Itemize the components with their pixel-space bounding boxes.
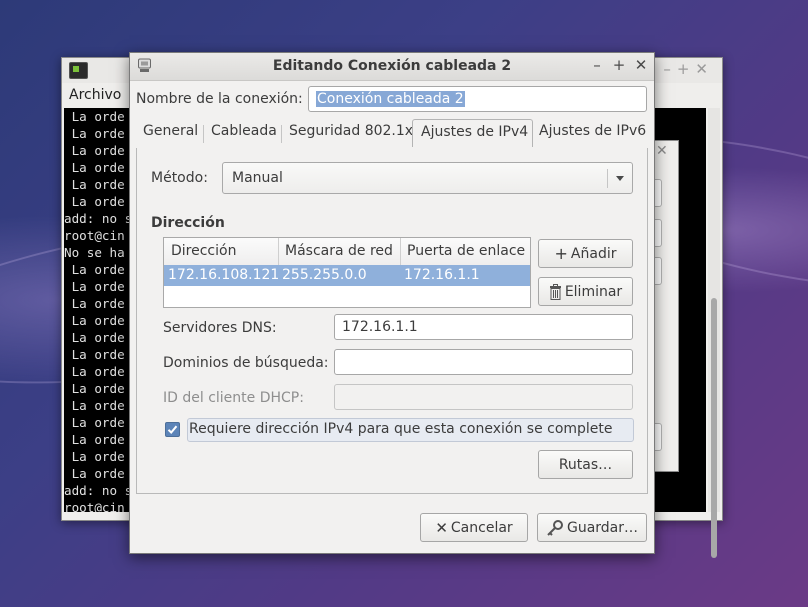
close-icon: ✕ xyxy=(435,518,448,537)
dialog-titlebar[interactable]: Editando Conexión cableada 2 – + ✕ xyxy=(130,53,654,81)
trash-icon xyxy=(549,283,562,300)
chevron-down-icon xyxy=(616,176,624,181)
terminal-line: La orde xyxy=(64,177,125,192)
cancel-button[interactable]: ✕ Cancelar xyxy=(420,513,528,542)
background-dialog: ✕ xyxy=(652,140,679,472)
method-select[interactable]: Manual xyxy=(222,162,633,194)
search-domains-label: Dominios de búsqueda: xyxy=(163,355,329,371)
dns-input[interactable]: 172.16.1.1 xyxy=(334,314,633,340)
tab-separator xyxy=(281,125,282,143)
terminal-line: La orde xyxy=(64,347,125,362)
terminal-line: La orde xyxy=(64,143,125,158)
terminal-scrollbar-thumb[interactable] xyxy=(711,298,717,558)
terminal-line: La orde xyxy=(64,279,125,294)
connection-name-input[interactable]: Conexión cableada 2 xyxy=(308,86,647,112)
edit-connection-dialog[interactable]: Editando Conexión cableada 2 – + ✕ Nombr… xyxy=(129,52,655,554)
terminal-line: La orde xyxy=(64,126,125,141)
tab-seguridad[interactable]: Seguridad 802.1x xyxy=(289,123,413,139)
address-table[interactable]: Dirección Máscara de red Puerta de enlac… xyxy=(163,237,531,308)
cell-netmask[interactable]: 255.255.0.0 xyxy=(282,267,367,283)
tab-cableada[interactable]: Cableada xyxy=(211,123,277,139)
require-ipv4-checkbox[interactable] xyxy=(165,422,180,437)
terminal-line: No se ha xyxy=(64,245,125,260)
terminal-line: add: no s xyxy=(64,483,133,498)
save-label: Guardar… xyxy=(566,519,639,536)
table-row[interactable]: 172.16.108.121 255.255.0.0 172.16.1.1 xyxy=(164,265,530,286)
dns-value: 172.16.1.1 xyxy=(342,319,418,335)
connection-name-label: Nombre de la conexión: xyxy=(136,91,303,107)
connection-name-value: Conexión cableada 2 xyxy=(316,91,465,107)
terminal-line: La orde xyxy=(64,194,125,209)
terminal-line: La orde xyxy=(64,296,125,311)
save-button[interactable]: Guardar… xyxy=(537,513,647,542)
close-icon[interactable]: ✕ xyxy=(634,56,648,74)
terminal-line: La orde xyxy=(64,330,125,345)
tab-bar: General Cableada Seguridad 802.1x Ajuste… xyxy=(137,119,648,149)
terminal-line: La orde xyxy=(64,466,125,481)
dns-label: Servidores DNS: xyxy=(163,320,277,336)
address-table-header: Dirección Máscara de red Puerta de enlac… xyxy=(164,238,530,266)
key-icon xyxy=(546,519,564,536)
close-icon[interactable]: ✕ xyxy=(656,143,668,159)
terminal-line: La orde xyxy=(64,313,125,328)
method-label: Método: xyxy=(151,170,208,186)
terminal-line: root@cin xyxy=(64,228,125,243)
require-ipv4-row[interactable]: Requiere dirección IPv4 para que esta co… xyxy=(187,418,634,442)
terminal-line: La orde xyxy=(64,415,125,430)
dialog-title: Editando Conexión cableada 2 xyxy=(272,58,512,74)
checkmark-icon xyxy=(167,425,178,434)
cancel-label: Cancelar xyxy=(450,519,513,536)
tab-separator xyxy=(203,125,204,143)
ipv4-settings-page: Método: Manual Dirección Dirección Másca… xyxy=(136,148,648,494)
terminal-line: La orde xyxy=(64,381,125,396)
terminal-line: La orde xyxy=(64,432,125,447)
dhcp-client-id-label: ID del cliente DHCP: xyxy=(163,390,304,406)
method-value: Manual xyxy=(232,170,283,186)
minimize-icon[interactable]: – xyxy=(590,56,604,74)
tab-general[interactable]: General xyxy=(143,123,198,139)
address-section-title: Dirección xyxy=(151,215,225,231)
terminal-icon xyxy=(69,62,88,79)
terminal-line: La orde xyxy=(64,160,125,175)
maximize-icon[interactable]: + xyxy=(612,56,626,74)
plus-icon: + xyxy=(554,244,568,263)
search-domains-input[interactable] xyxy=(334,349,633,375)
terminal-line: La orde xyxy=(64,262,125,277)
column-header-address[interactable]: Dirección xyxy=(171,243,236,259)
terminal-line: root@cin xyxy=(64,500,125,512)
add-address-label: Añadir xyxy=(570,245,617,262)
column-header-gateway[interactable]: Puerta de enlace xyxy=(407,243,525,259)
add-address-button[interactable]: + Añadir xyxy=(538,239,633,268)
column-header-netmask[interactable]: Máscara de red xyxy=(285,243,393,259)
terminal-window-controls[interactable]: –+✕ xyxy=(663,60,714,78)
cell-address[interactable]: 172.16.108.121 xyxy=(168,267,279,283)
menu-archivo[interactable]: Archivo xyxy=(69,87,121,103)
dhcp-client-id-input xyxy=(334,384,633,410)
terminal-line: La orde xyxy=(64,398,125,413)
delete-address-label: Eliminar xyxy=(564,283,623,300)
routes-label: Rutas… xyxy=(558,456,613,473)
require-ipv4-label[interactable]: Requiere dirección IPv4 para que esta co… xyxy=(189,421,613,437)
terminal-lines: La orde La orde La orde La orde La orde … xyxy=(64,108,132,512)
terminal-scrollbar[interactable] xyxy=(708,108,720,558)
terminal-line: La orde xyxy=(64,109,125,124)
terminal-line: La orde xyxy=(64,449,125,464)
tab-ipv6[interactable]: Ajustes de IPv6 xyxy=(539,123,646,139)
routes-button[interactable]: Rutas… xyxy=(538,450,633,479)
terminal-line: La orde xyxy=(64,364,125,379)
cell-gateway[interactable]: 172.16.1.1 xyxy=(404,267,480,283)
delete-address-button[interactable]: Eliminar xyxy=(538,277,633,306)
terminal-line: add: no s xyxy=(64,211,133,226)
tab-ipv4[interactable]: Ajustes de IPv4 xyxy=(412,119,533,147)
